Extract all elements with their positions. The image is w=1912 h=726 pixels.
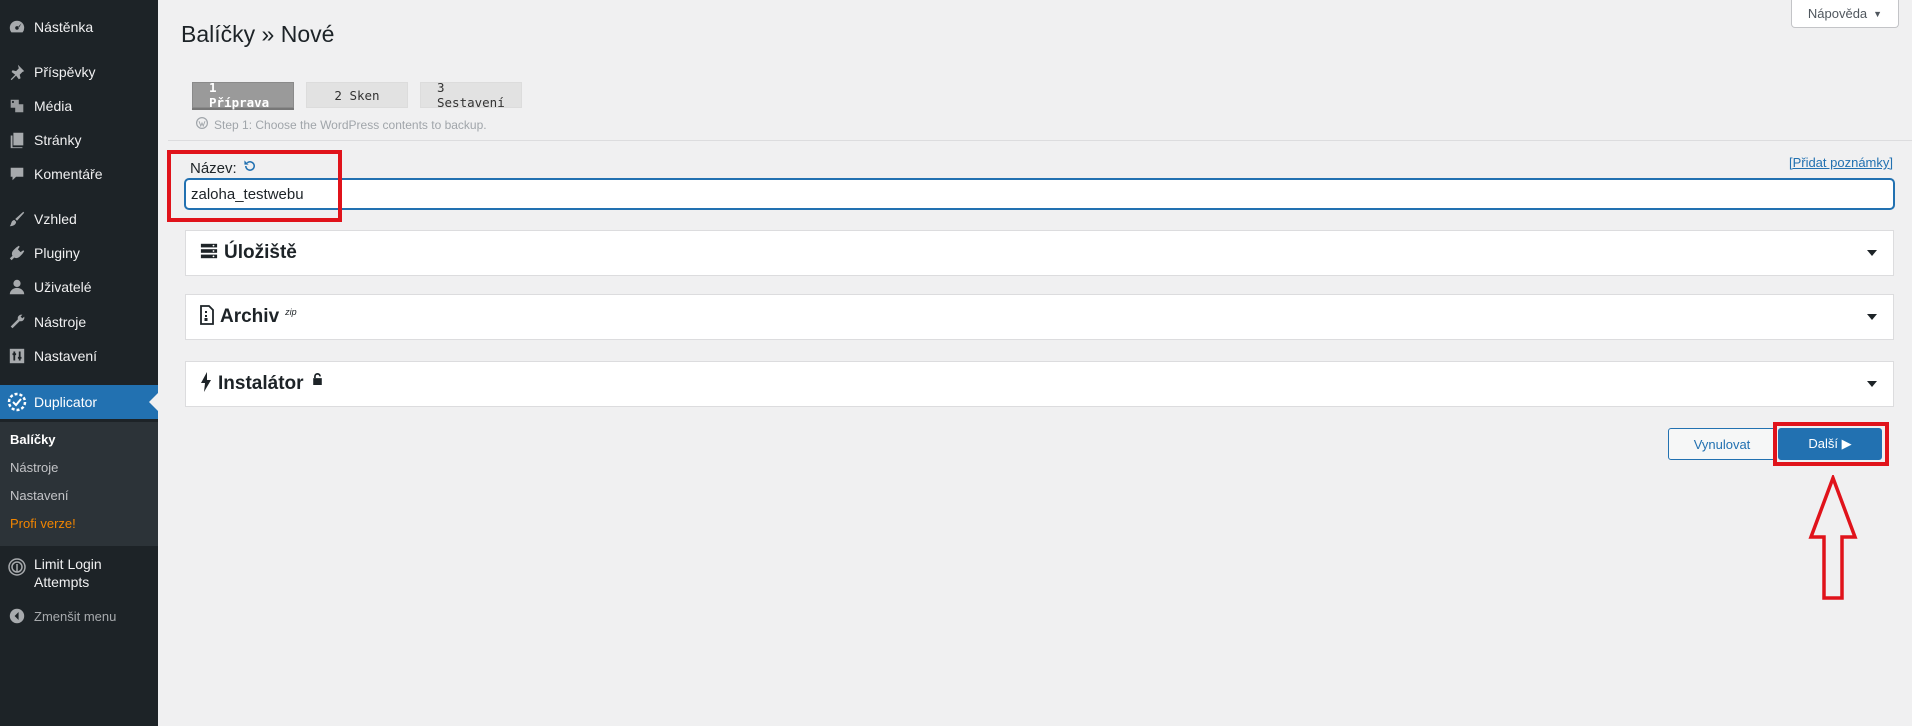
fingerprint-icon: [0, 555, 34, 577]
menu-item-settings[interactable]: Nastavení: [0, 339, 158, 373]
pages-icon: [0, 131, 34, 149]
file-zip-icon: [200, 304, 214, 330]
page-title: Balíčky » Nové: [181, 21, 335, 47]
user-icon: [0, 278, 34, 296]
help-button[interactable]: Nápověda ▼: [1791, 0, 1899, 28]
annotation-up-arrow: [1808, 475, 1858, 600]
menu-item-dashboard[interactable]: Nástěnka: [0, 10, 158, 44]
duplicator-submenu: Balíčky Nástroje Nastavení Profi verze!: [0, 422, 158, 546]
panel-archive[interactable]: Archiv zip: [185, 294, 1894, 340]
add-notes-link[interactable]: [Přidat poznámky]: [1789, 155, 1893, 170]
settings-icon: [0, 347, 34, 365]
annotation-box-name: [167, 150, 342, 222]
bolt-icon: [200, 371, 212, 397]
caret-down-icon: ▼: [1873, 8, 1883, 19]
reset-button[interactable]: Vynulovat: [1668, 428, 1776, 460]
brush-icon: [0, 210, 34, 228]
menu-item-pages[interactable]: Stránky: [0, 123, 158, 157]
panel-installer[interactable]: Instalátor: [185, 361, 1894, 407]
collapse-menu-button[interactable]: Zmenšit menu: [0, 599, 158, 633]
panel-installer-title: Instalátor: [218, 373, 304, 394]
step-scan[interactable]: 2 Sken: [306, 82, 408, 108]
unlock-icon: [312, 372, 323, 390]
menu-item-tools[interactable]: Nástroje: [0, 305, 158, 339]
submenu-packages[interactable]: Balíčky: [10, 432, 56, 447]
wizard-steps: 1 Příprava 2 Sken 3 Sestavení: [192, 80, 522, 110]
dashboard-icon: [0, 18, 34, 36]
package-name-input[interactable]: [185, 179, 1894, 209]
caret-down-icon: [1867, 381, 1877, 387]
step-note: Step 1: Choose the WordPress contents to…: [196, 117, 487, 132]
divider: [168, 140, 1912, 141]
submenu-settings[interactable]: Nastavení: [10, 488, 69, 503]
pin-icon: [0, 63, 34, 81]
menu-item-users[interactable]: Uživatelé: [0, 270, 158, 304]
storage-icon: [200, 242, 218, 265]
admin-sidebar: Nástěnka Příspěvky Média Stránky Komentá…: [0, 0, 158, 726]
caret-down-icon: [1867, 250, 1877, 256]
wordpress-icon: [196, 117, 208, 132]
media-icon: [0, 97, 34, 115]
menu-item-duplicator[interactable]: Duplicator: [0, 385, 158, 419]
menu-item-plugins[interactable]: Pluginy: [0, 236, 158, 270]
menu-item-limit-login[interactable]: Limit Login Attempts: [0, 549, 158, 593]
step-build[interactable]: 3 Sestavení: [420, 80, 522, 110]
panel-storage[interactable]: Úložiště: [185, 230, 1894, 276]
annotation-box-next: [1773, 422, 1889, 466]
wrench-icon: [0, 313, 34, 331]
archive-format: zip: [285, 307, 297, 317]
panel-archive-title: Archiv: [220, 306, 280, 327]
plugin-icon: [0, 244, 34, 262]
submenu-pro[interactable]: Profi verze!: [10, 516, 76, 531]
menu-item-media[interactable]: Média: [0, 89, 158, 123]
panel-storage-title: Úložiště: [224, 242, 297, 263]
comment-icon: [0, 165, 34, 183]
menu-item-appearance[interactable]: Vzhled: [0, 202, 158, 236]
active-indicator: [149, 393, 158, 411]
duplicator-icon: [0, 392, 34, 412]
caret-down-icon: [1867, 314, 1877, 320]
submenu-tools[interactable]: Nástroje: [10, 460, 58, 475]
menu-item-comments[interactable]: Komentáře: [0, 157, 158, 191]
menu-item-posts[interactable]: Příspěvky: [0, 55, 158, 89]
collapse-icon: [0, 608, 34, 624]
step-prepare[interactable]: 1 Příprava: [192, 80, 294, 110]
